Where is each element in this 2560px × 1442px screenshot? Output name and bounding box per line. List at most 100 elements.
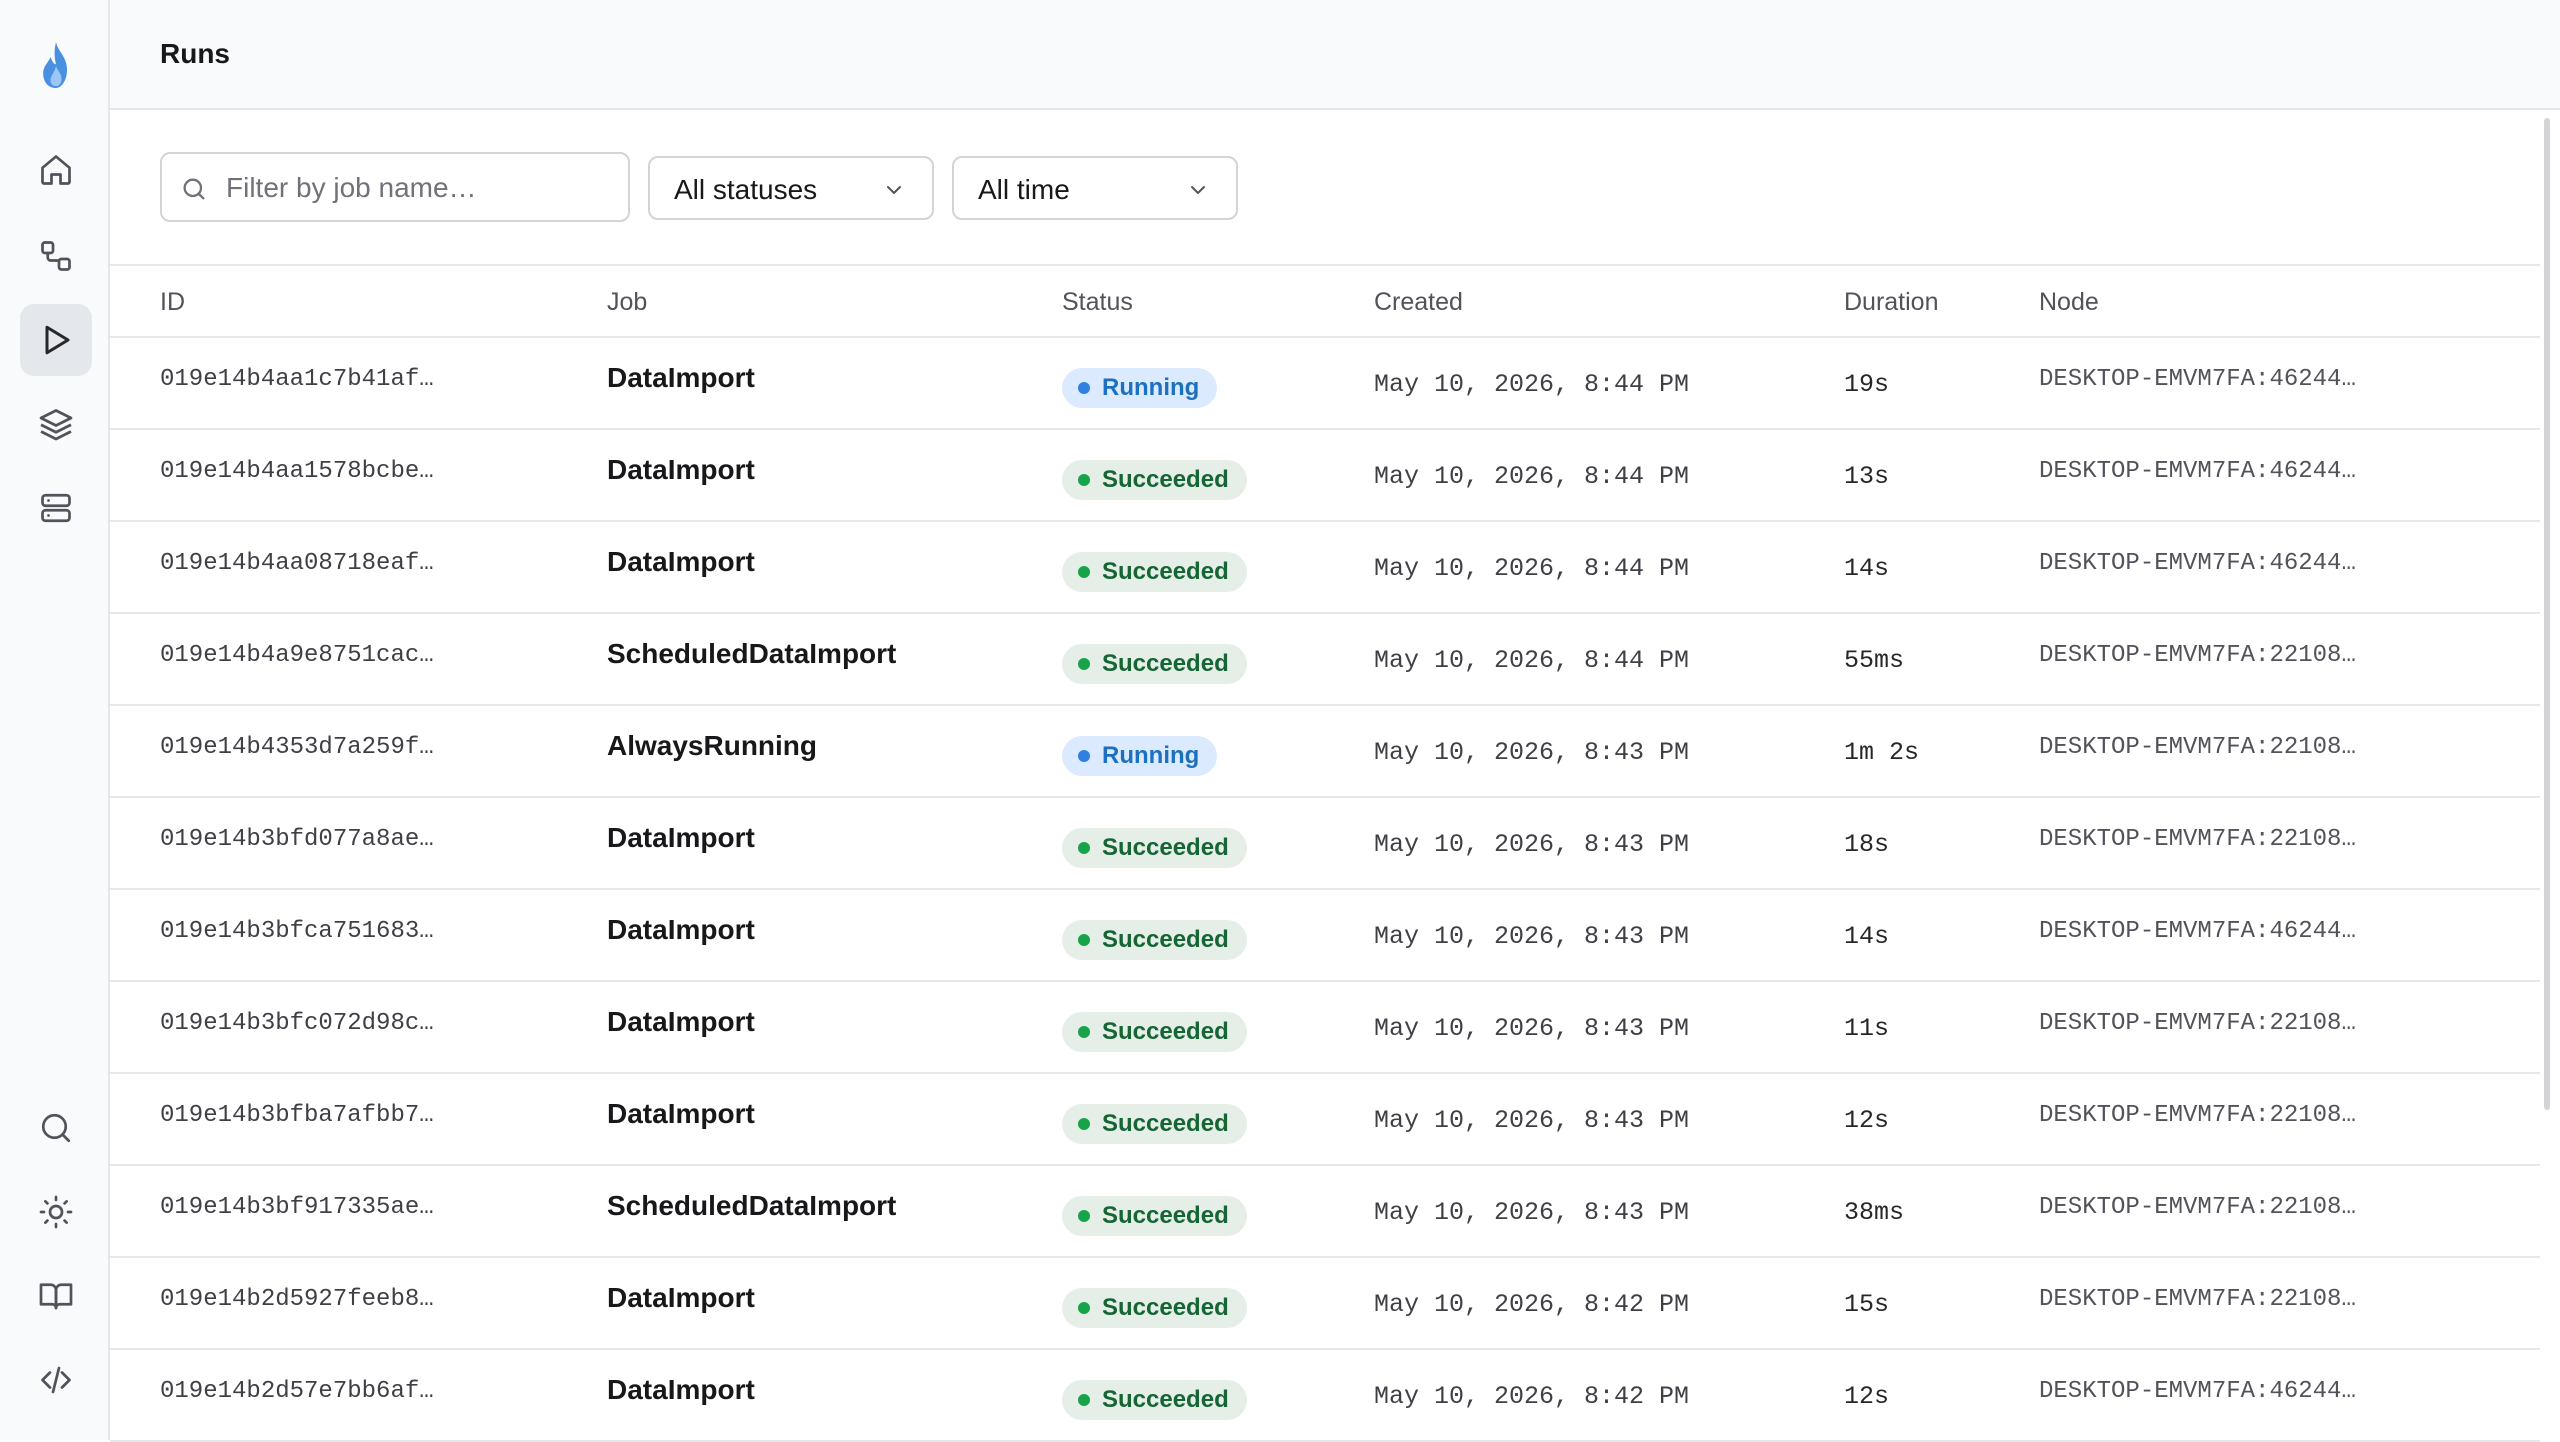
- job-name[interactable]: DataImport: [607, 546, 755, 578]
- run-id[interactable]: 019e14b4aa1578bcbe…: [160, 458, 434, 485]
- status-label: Running: [1102, 742, 1200, 769]
- table-row[interactable]: 019e14b3bfba7afbb7… DataImport Succeeded Ma…: [110, 1074, 2540, 1166]
- status-dot-icon: [1078, 750, 1090, 762]
- table-row[interactable]: 019e14b4aa1578bcbe… DataImport Succeeded Ma…: [110, 430, 2540, 522]
- run-id[interactable]: 019e14b2d57e7bb6af…: [160, 1378, 434, 1405]
- flame-logo[interactable]: [34, 40, 78, 92]
- server-icon: [41, 493, 71, 523]
- column-header-node[interactable]: Node: [2039, 288, 2099, 317]
- play-icon: [45, 325, 70, 355]
- run-id[interactable]: 019e14b3bfba7afbb7…: [160, 1102, 434, 1129]
- table-row[interactable]: 019e14b4aa1c7b41af… DataImport Running May …: [110, 338, 2540, 430]
- run-id[interactable]: 019e14b3bfca751683…: [160, 918, 434, 945]
- column-header-id[interactable]: ID: [160, 288, 185, 317]
- run-id[interactable]: 019e14b4aa08718eaf…: [160, 550, 434, 577]
- runs-table: ID Job Status Created Duration Node 019e…: [110, 264, 2540, 1442]
- table-row[interactable]: 019e14b3bfca751683… DataImport Succeeded Ma…: [110, 890, 2540, 982]
- status-label: Succeeded: [1102, 1294, 1229, 1321]
- status-select[interactable]: All statuses: [648, 156, 934, 220]
- nav-docs[interactable]: [20, 1260, 92, 1332]
- scrollbar[interactable]: [2544, 118, 2550, 1110]
- job-name[interactable]: DataImport: [607, 822, 755, 854]
- status-badge: Running: [1062, 736, 1218, 776]
- table-row[interactable]: 019e14b3bf917335ae… ScheduledDataImport Su…: [110, 1166, 2540, 1258]
- created-time: May 10, 2026, 8:44 PM: [1374, 554, 1690, 583]
- created-time: May 10, 2026, 8:43 PM: [1374, 1106, 1690, 1135]
- run-id[interactable]: 019e14b4a9e8751cac…: [160, 642, 434, 669]
- job-name[interactable]: DataImport: [607, 1374, 755, 1406]
- created-time: May 10, 2026, 8:43 PM: [1374, 738, 1690, 767]
- sun-icon: [39, 1195, 73, 1229]
- table-row[interactable]: 019e14b3bfd077a8ae… DataImport Succeeded Ma…: [110, 798, 2540, 890]
- status-badge: Succeeded: [1062, 644, 1247, 684]
- status-label: Running: [1102, 374, 1200, 401]
- run-id[interactable]: 019e14b4aa1c7b41af…: [160, 366, 434, 393]
- job-name[interactable]: DataImport: [607, 1282, 755, 1314]
- run-id[interactable]: 019e14b3bfd077a8ae…: [160, 826, 434, 853]
- status-dot-icon: [1078, 934, 1090, 946]
- status-dot-icon: [1078, 1302, 1090, 1314]
- time-range-select[interactable]: All time: [952, 156, 1238, 220]
- job-name[interactable]: DataImport: [607, 1006, 755, 1038]
- job-name[interactable]: ScheduledDataImport: [607, 638, 896, 670]
- nav-home[interactable]: [20, 134, 92, 206]
- nav-runs[interactable]: [20, 304, 92, 376]
- job-filter-field[interactable]: [160, 152, 630, 222]
- column-header-created[interactable]: Created: [1374, 288, 1463, 317]
- job-name[interactable]: ScheduledDataImport: [607, 1190, 896, 1222]
- table-row[interactable]: 019e14b4353d7a259f… AlwaysRunning Running M…: [110, 706, 2540, 798]
- run-id[interactable]: 019e14b3bf917335ae…: [160, 1194, 434, 1221]
- job-name[interactable]: DataImport: [607, 1098, 755, 1130]
- node-name: DESKTOP-EMVM7FA:22108…: [2039, 1010, 2356, 1037]
- run-id[interactable]: 019e14b3bfc072d98c…: [160, 1010, 434, 1037]
- status-cell: Succeeded: [1062, 1196, 1247, 1236]
- table-row[interactable]: 019e14b4a9e8751cac… ScheduledDataImport Su…: [110, 614, 2540, 706]
- job-name[interactable]: DataImport: [607, 454, 755, 486]
- created-time: May 10, 2026, 8:42 PM: [1374, 1290, 1690, 1319]
- status-badge: Succeeded: [1062, 828, 1247, 868]
- node-name: DESKTOP-EMVM7FA:22108…: [2039, 734, 2356, 761]
- column-header-job[interactable]: Job: [607, 288, 647, 317]
- created-time: May 10, 2026, 8:43 PM: [1374, 922, 1690, 951]
- status-badge: Succeeded: [1062, 1104, 1247, 1144]
- run-id[interactable]: 019e14b2d5927feeb8…: [160, 1286, 434, 1313]
- job-name[interactable]: DataImport: [607, 362, 755, 394]
- duration: 15s: [1844, 1290, 1890, 1319]
- status-badge: Succeeded: [1062, 1012, 1247, 1052]
- duration: 19s: [1844, 370, 1890, 399]
- status-dot-icon: [1078, 474, 1090, 486]
- duration: 12s: [1844, 1382, 1890, 1411]
- created-time: May 10, 2026, 8:44 PM: [1374, 646, 1690, 675]
- nav-api[interactable]: [20, 1344, 92, 1416]
- status-dot-icon: [1078, 1118, 1090, 1130]
- status-label: Succeeded: [1102, 650, 1229, 677]
- nav-layers[interactable]: [20, 388, 92, 460]
- nav-search[interactable]: [20, 1092, 92, 1164]
- run-id[interactable]: 019e14b4353d7a259f…: [160, 734, 434, 761]
- table-row[interactable]: 019e14b2d57e7bb6af… DataImport Succeeded Ma…: [110, 1350, 2540, 1442]
- job-name[interactable]: AlwaysRunning: [607, 730, 817, 762]
- table-row[interactable]: 019e14b4aa08718eaf… DataImport Succeeded Ma…: [110, 522, 2540, 614]
- sidebar: [0, 0, 110, 1440]
- nav-servers[interactable]: [20, 472, 92, 544]
- duration: 14s: [1844, 554, 1890, 583]
- job-name[interactable]: DataImport: [607, 914, 755, 946]
- table-row[interactable]: 019e14b2d5927feeb8… DataImport Succeeded Ma…: [110, 1258, 2540, 1350]
- status-label: Succeeded: [1102, 1202, 1229, 1229]
- status-badge: Succeeded: [1062, 1196, 1247, 1236]
- nav-workflows[interactable]: [20, 220, 92, 292]
- layers-icon: [39, 409, 73, 441]
- theme-toggle[interactable]: [20, 1176, 92, 1248]
- status-badge: Succeeded: [1062, 1380, 1247, 1420]
- status-dot-icon: [1078, 1210, 1090, 1222]
- home-icon: [41, 155, 71, 185]
- column-header-status[interactable]: Status: [1062, 288, 1133, 317]
- page-header: Runs: [110, 0, 2560, 110]
- duration: 11s: [1844, 1014, 1890, 1043]
- table-row[interactable]: 019e14b3bfc072d98c… DataImport Succeeded Ma…: [110, 982, 2540, 1074]
- column-header-duration[interactable]: Duration: [1844, 288, 1939, 317]
- duration: 14s: [1844, 922, 1890, 951]
- status-cell: Succeeded: [1062, 644, 1247, 684]
- status-cell: Succeeded: [1062, 1288, 1247, 1328]
- job-filter-input[interactable]: [224, 162, 618, 214]
